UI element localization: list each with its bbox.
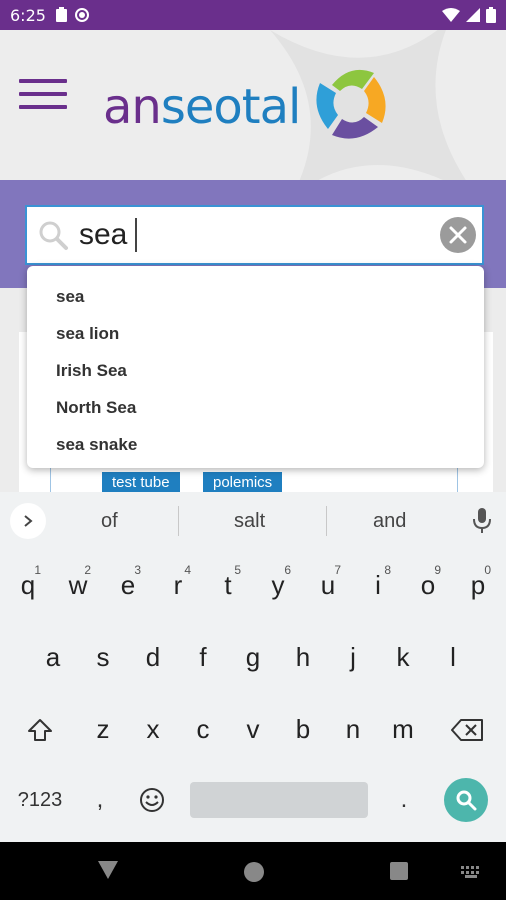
keyboard-suggestion-strip: of salt and (0, 492, 506, 549)
suggestion-item[interactable]: sea lion (27, 315, 484, 352)
system-nav-bar (0, 842, 506, 900)
home-icon[interactable] (244, 862, 264, 882)
key-o[interactable]: o9 (404, 557, 452, 613)
key-r[interactable]: r4 (154, 557, 202, 613)
close-icon (449, 226, 467, 244)
key-f[interactable]: f (179, 629, 227, 685)
emoji-key[interactable] (130, 776, 174, 824)
key-l[interactable]: l (429, 629, 477, 685)
back-icon[interactable] (98, 861, 118, 879)
sync-notification-icon (74, 8, 89, 22)
tag-test-tube[interactable]: test tube (102, 472, 180, 494)
hamburger-menu-icon (19, 79, 67, 83)
key-d[interactable]: d (129, 629, 177, 685)
search-value: sea (79, 218, 128, 251)
key-m[interactable]: m (379, 701, 427, 757)
symbols-key[interactable]: ?123 (10, 774, 70, 826)
clipboard-notification-icon (55, 6, 67, 22)
logo-mark-icon (316, 69, 386, 139)
keyboard-suggestion[interactable]: and (373, 510, 406, 533)
search-icon (39, 221, 68, 250)
logo-text-seotal: seotal (160, 79, 301, 135)
wifi-icon (442, 8, 460, 22)
logo-text-an: an (103, 79, 162, 135)
key-c[interactable]: c (179, 701, 227, 757)
key-g[interactable]: g (229, 629, 277, 685)
app-header: anseotal (0, 30, 506, 180)
soft-keyboard: of salt and q1 w2 e3 r4 t5 y6 u7 i8 o9 p… (0, 492, 506, 842)
key-t[interactable]: t5 (204, 557, 252, 613)
status-bar: 6:25 (0, 0, 506, 30)
microphone-icon[interactable] (473, 508, 491, 534)
keyboard-search-key[interactable] (444, 778, 488, 822)
keyboard-suggestion[interactable]: salt (234, 510, 265, 533)
key-p[interactable]: p0 (454, 557, 502, 613)
key-a[interactable]: a (29, 629, 77, 685)
recent-apps-icon[interactable] (390, 862, 408, 880)
suggestion-item[interactable]: North Sea (27, 389, 484, 426)
key-n[interactable]: n (329, 701, 377, 757)
key-y[interactable]: y6 (254, 557, 302, 613)
key-u[interactable]: u7 (304, 557, 352, 613)
emoji-icon (140, 788, 164, 812)
status-time: 6:25 (10, 5, 46, 25)
key-h[interactable]: h (279, 629, 327, 685)
key-w[interactable]: w2 (54, 557, 102, 613)
key-x[interactable]: x (129, 701, 177, 757)
backspace-icon (451, 719, 483, 741)
tag-polemics[interactable]: polemics (203, 472, 283, 494)
shift-icon (28, 719, 52, 741)
period-key[interactable]: . (384, 774, 424, 826)
suggestion-item[interactable]: sea (27, 278, 484, 315)
chevron-right-icon (24, 515, 33, 527)
keyboard-switch-icon[interactable] (461, 866, 483, 878)
key-s[interactable]: s (79, 629, 127, 685)
comma-key[interactable]: , (80, 774, 120, 826)
key-k[interactable]: k (379, 629, 427, 685)
suggestion-item[interactable]: sea snake (27, 426, 484, 463)
key-q[interactable]: q1 (4, 557, 52, 613)
signal-icon (466, 8, 480, 22)
key-i[interactable]: i8 (354, 557, 402, 613)
battery-icon (486, 7, 496, 23)
expand-suggestions-button[interactable] (10, 503, 46, 539)
suggestions-dropdown: sea sea lion Irish Sea North Sea sea sna… (27, 266, 484, 468)
clear-search-button[interactable] (440, 217, 476, 253)
text-caret (135, 218, 138, 252)
search-input[interactable]: sea (25, 205, 484, 265)
key-v[interactable]: v (229, 701, 277, 757)
key-j[interactable]: j (329, 629, 377, 685)
menu-button[interactable] (19, 79, 67, 109)
key-b[interactable]: b (279, 701, 327, 757)
search-icon (456, 790, 477, 811)
shift-key[interactable] (18, 702, 62, 758)
suggestion-item[interactable]: Irish Sea (27, 352, 484, 389)
app-logo: anseotal (103, 69, 398, 139)
key-z[interactable]: z (79, 701, 127, 757)
space-key[interactable] (190, 782, 368, 818)
backspace-key[interactable] (444, 702, 490, 758)
keyboard-suggestion[interactable]: of (101, 510, 118, 533)
key-e[interactable]: e3 (104, 557, 152, 613)
